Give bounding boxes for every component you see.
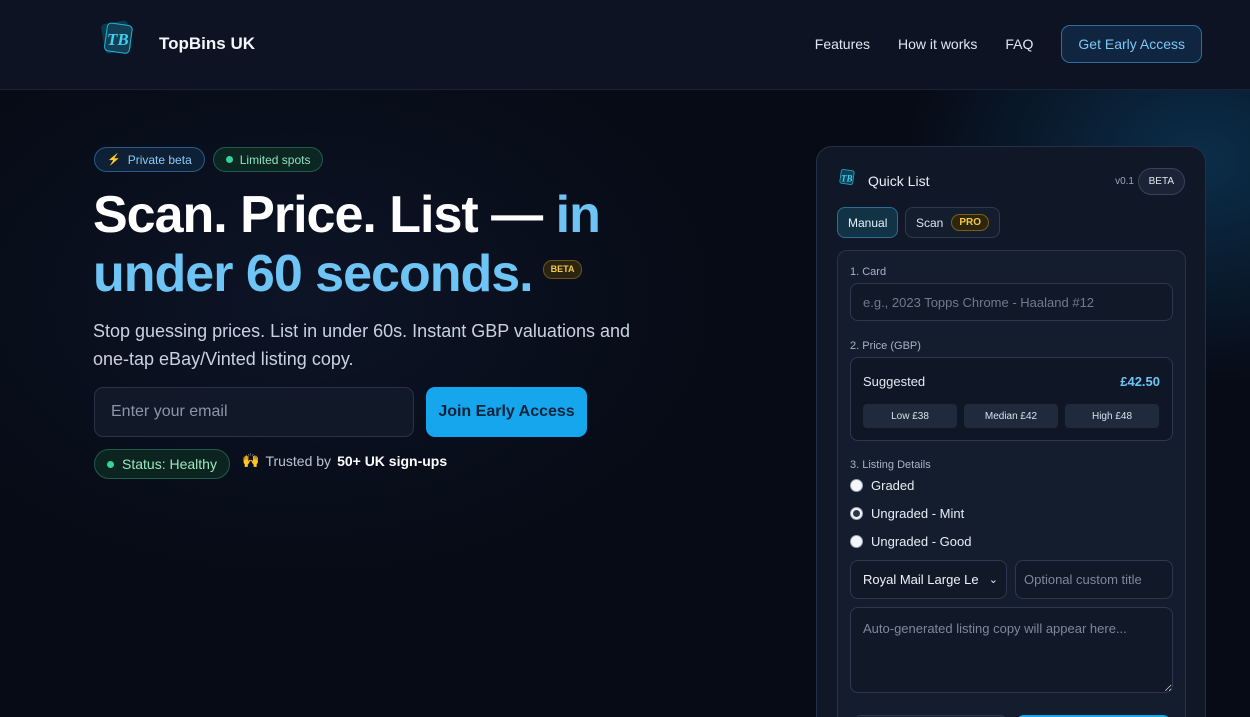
median-price-chip[interactable]: Median £42	[964, 404, 1058, 428]
version-label: v0.1	[1115, 176, 1134, 187]
bolt-icon: ⚡	[107, 154, 121, 166]
limited-spots-label: Limited spots	[239, 152, 311, 167]
status-badge: Status: Healthy	[94, 449, 230, 479]
tab-scan-label: Scan	[916, 215, 944, 230]
limited-spots-pill: Limited spots	[212, 147, 324, 172]
hero-title: Scan. Price. List — in under 60 seconds.…	[93, 186, 653, 304]
status-healthy-dot-icon	[107, 460, 114, 468]
trusted-count: 50+ UK sign-ups	[337, 452, 448, 469]
listing-copy-textarea[interactable]	[850, 607, 1173, 693]
price-label: 2. Price (GBP)	[850, 340, 921, 352]
radio-ungraded-good-label: Ungraded - Good	[871, 534, 972, 549]
status-dot-icon	[225, 156, 233, 163]
get-early-access-button[interactable]: Get Early Access	[1061, 25, 1202, 63]
status-label: Status: Healthy	[122, 456, 217, 472]
join-early-access-button[interactable]: Join Early Access	[426, 387, 587, 437]
svg-text:TB: TB	[841, 174, 853, 184]
radio-ungraded-good[interactable]: Ungraded - Good	[850, 534, 971, 549]
suggested-price: £42.50	[1120, 374, 1160, 389]
listing-details-label: 3. Listing Details	[850, 459, 931, 471]
card-label: 1. Card	[850, 266, 887, 278]
hero-beta-badge: BETA	[542, 259, 583, 279]
tb-logo-small-icon: TB	[839, 169, 855, 185]
radio-ungraded-good-icon[interactable]	[850, 535, 863, 548]
hero-title-main: Scan. Price. List —	[93, 186, 543, 244]
low-price-chip[interactable]: Low £38	[863, 404, 957, 428]
price-suggestion-box: Suggested £42.50 Low £38 Median £42 High…	[850, 357, 1173, 441]
private-beta-pill: ⚡ Private beta	[94, 147, 205, 172]
custom-title-input[interactable]	[1015, 560, 1173, 599]
radio-graded[interactable]: Graded	[850, 478, 914, 493]
shipping-select[interactable]: Royal Mail Large Le ⌄	[850, 560, 1007, 599]
tb-logo-icon[interactable]: TB	[99, 19, 135, 55]
shipping-selected-value: Royal Mail Large Le	[863, 572, 979, 587]
top-header: TB TopBins UK Features How it works FAQ …	[0, 0, 1250, 90]
nav-features[interactable]: Features	[815, 36, 870, 52]
radio-ungraded-mint-icon[interactable]	[850, 507, 863, 520]
quick-list-card: TB Quick List v0.1 BETA Manual Scan PRO …	[816, 146, 1206, 717]
trusted-note: 🙌 Trusted by 50+ UK sign-ups	[242, 452, 447, 469]
quick-list-form: 1. Card 2. Price (GBP) Suggested £42.50 …	[837, 250, 1186, 717]
hero-title-accent-2: under 60 seconds.	[93, 245, 534, 303]
card-beta-badge: BETA	[1137, 168, 1185, 195]
email-input[interactable]	[94, 387, 414, 437]
svg-text:TB: TB	[107, 30, 129, 49]
trusted-prefix: Trusted by	[265, 452, 332, 469]
hero-pills: ⚡ Private beta Limited spots	[94, 147, 324, 172]
radio-ungraded-mint-label: Ungraded - Mint	[871, 506, 965, 521]
radio-graded-icon[interactable]	[850, 479, 863, 492]
chevron-down-icon: ⌄	[988, 574, 998, 586]
high-price-chip[interactable]: High £48	[1065, 404, 1159, 428]
raised-hands-icon: 🙌	[242, 452, 260, 468]
nav-how-it-works[interactable]: How it works	[898, 36, 977, 52]
brand-name[interactable]: TopBins UK	[159, 34, 255, 54]
pro-badge: PRO	[951, 214, 990, 231]
hero-title-accent-1: in	[555, 186, 601, 244]
tab-manual-label: Manual	[848, 215, 888, 230]
quick-list-title: Quick List	[868, 173, 930, 189]
radio-ungraded-mint[interactable]: Ungraded - Mint	[850, 506, 964, 521]
radio-graded-label: Graded	[871, 478, 915, 493]
main-nav: Features How it works FAQ Get Early Acce…	[815, 25, 1202, 63]
private-beta-label: Private beta	[127, 152, 192, 167]
hero-subtitle: Stop guessing prices. List in under 60s.…	[93, 321, 630, 369]
tab-scan[interactable]: Scan PRO	[905, 207, 1001, 238]
suggested-label: Suggested	[863, 374, 926, 389]
tab-manual[interactable]: Manual	[837, 207, 899, 238]
nav-faq[interactable]: FAQ	[1005, 36, 1033, 52]
card-name-input[interactable]	[850, 283, 1173, 321]
